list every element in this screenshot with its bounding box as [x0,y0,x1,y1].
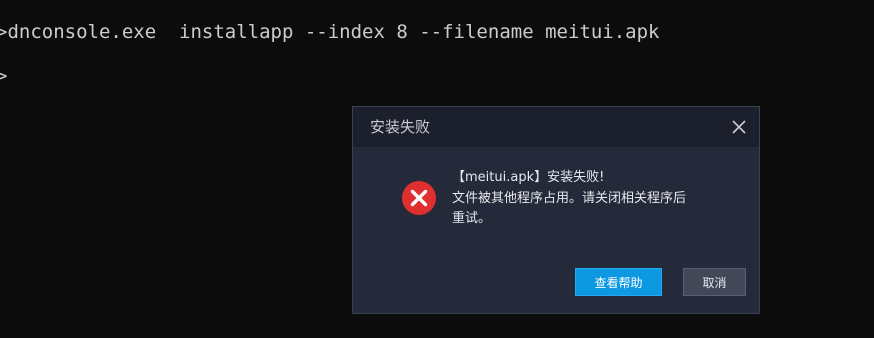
cancel-button[interactable]: 取消 [683,268,746,296]
dialog-header: 安装失败 [353,107,759,147]
error-message-detail: 文件被其他程序占用。请关闭相关程序后 [452,191,687,206]
error-message-title: 【meitui.apk】安装失败! [452,170,605,185]
terminal-prompt: > [0,65,8,87]
error-icon [401,180,437,216]
close-button[interactable] [727,115,751,139]
install-failed-dialog: 安装失败 【meitui.apk】安装失败! 文件被其他程序占用。请关闭相关程序… [352,106,760,314]
terminal-command-line: >dnconsole.exe installapp --index 8 --fi… [0,21,660,43]
close-icon [732,120,746,134]
help-button[interactable]: 查看帮助 [575,268,662,296]
dialog-title: 安装失败 [370,118,431,136]
error-message-detail-cont: 重试。 [452,211,492,226]
